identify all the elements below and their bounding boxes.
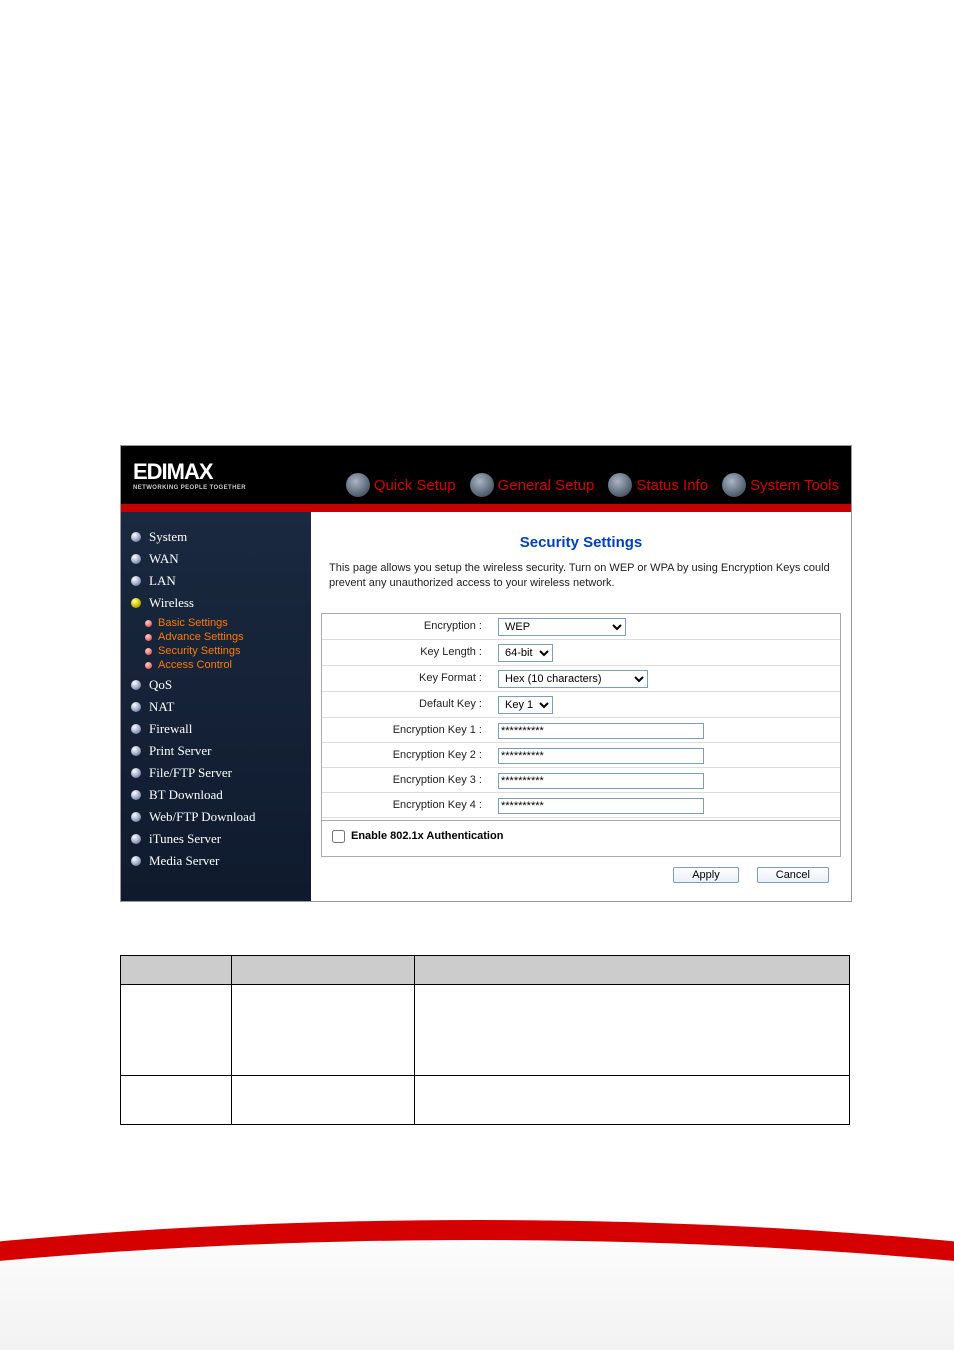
sub-security-settings[interactable]: Security Settings bbox=[145, 644, 311, 658]
sidebar-item-media-server[interactable]: Media Server bbox=[131, 850, 311, 872]
sub-bullet-icon bbox=[145, 662, 152, 669]
brand-logo-block: EDIMAX NETWORKING PEOPLE TOGETHER bbox=[133, 459, 246, 491]
settings-form: Encryption : WEP Key Length : 64-bit Key… bbox=[321, 613, 841, 857]
table-cell bbox=[415, 1076, 850, 1125]
sub-basic-settings[interactable]: Basic Settings bbox=[145, 616, 311, 630]
router-admin-window: EDIMAX NETWORKING PEOPLE TOGETHER Quick … bbox=[120, 445, 852, 902]
sub-advance-settings[interactable]: Advance Settings bbox=[145, 630, 311, 644]
label-default-key: Default Key : bbox=[322, 698, 492, 710]
select-default-key[interactable]: Key 1 bbox=[498, 696, 553, 714]
bullet-icon bbox=[131, 576, 141, 586]
wireless-submenu: Basic Settings Advance Settings Security… bbox=[145, 614, 311, 674]
bullet-icon bbox=[131, 680, 141, 690]
button-row: Apply Cancel bbox=[321, 867, 841, 887]
top-nav-tabs: Quick Setup General Setup Status Info Sy… bbox=[340, 471, 845, 499]
sidebar-item-firewall[interactable]: Firewall bbox=[131, 718, 311, 740]
sidebar-item-system[interactable]: System bbox=[131, 526, 311, 548]
input-enc-key-2[interactable] bbox=[498, 748, 704, 764]
sidebar-item-print-server[interactable]: Print Server bbox=[131, 740, 311, 762]
tab-quick-setup[interactable]: Quick Setup bbox=[340, 471, 462, 499]
main-panel: Security Settings This page allows you s… bbox=[311, 512, 851, 901]
bullet-icon bbox=[131, 746, 141, 756]
enable-8021x-row: Enable 802.1x Authentication bbox=[322, 820, 840, 848]
input-enc-key-3[interactable] bbox=[498, 773, 704, 789]
sidebar-item-web-ftp-download[interactable]: Web/FTP Download bbox=[131, 806, 311, 828]
brand-tagline: NETWORKING PEOPLE TOGETHER bbox=[133, 485, 246, 491]
apply-button[interactable]: Apply bbox=[673, 867, 739, 883]
sub-bullet-icon bbox=[145, 648, 152, 655]
bullet-icon bbox=[131, 812, 141, 822]
sidebar-item-bt-download[interactable]: BT Download bbox=[131, 784, 311, 806]
bullet-icon bbox=[131, 532, 141, 542]
label-key-format: Key Format : bbox=[322, 672, 492, 684]
table-header bbox=[121, 956, 232, 985]
table-header bbox=[415, 956, 850, 985]
sidebar-item-qos[interactable]: QoS bbox=[131, 674, 311, 696]
sub-bullet-icon bbox=[145, 620, 152, 627]
tab-general-setup[interactable]: General Setup bbox=[464, 471, 601, 499]
sidebar-item-file-ftp[interactable]: File/FTP Server bbox=[131, 762, 311, 784]
globe-icon bbox=[722, 473, 746, 497]
header-bar: EDIMAX NETWORKING PEOPLE TOGETHER Quick … bbox=[121, 446, 851, 504]
bullet-icon bbox=[131, 834, 141, 844]
label-encryption: Encryption : bbox=[322, 620, 492, 632]
sidebar-item-wireless[interactable]: Wireless bbox=[131, 592, 311, 614]
globe-icon bbox=[346, 473, 370, 497]
globe-icon bbox=[470, 473, 494, 497]
sidebar-item-nat[interactable]: NAT bbox=[131, 696, 311, 718]
checkbox-enable-8021x[interactable] bbox=[332, 830, 345, 843]
brand-name: EDIMAX bbox=[133, 459, 213, 485]
page-description: This page allows you setup the wireless … bbox=[329, 561, 833, 591]
label-enc-key-3: Encryption Key 3 : bbox=[322, 774, 492, 786]
bullet-icon bbox=[131, 598, 141, 608]
globe-icon bbox=[608, 473, 632, 497]
input-enc-key-4[interactable] bbox=[498, 798, 704, 814]
doc-reference-table bbox=[120, 955, 850, 1125]
bullet-icon bbox=[131, 768, 141, 778]
table-cell bbox=[121, 1076, 232, 1125]
select-encryption[interactable]: WEP bbox=[498, 618, 626, 636]
label-enc-key-4: Encryption Key 4 : bbox=[322, 799, 492, 811]
bullet-icon bbox=[131, 790, 141, 800]
label-enable-8021x: Enable 802.1x Authentication bbox=[351, 830, 503, 842]
bullet-icon bbox=[131, 554, 141, 564]
bullet-icon bbox=[131, 856, 141, 866]
table-cell bbox=[121, 985, 232, 1076]
select-key-length[interactable]: 64-bit bbox=[498, 644, 553, 662]
table-cell bbox=[232, 1076, 415, 1125]
label-enc-key-2: Encryption Key 2 : bbox=[322, 749, 492, 761]
table-cell bbox=[415, 985, 850, 1076]
sidebar-item-wan[interactable]: WAN bbox=[131, 548, 311, 570]
label-enc-key-1: Encryption Key 1 : bbox=[322, 724, 492, 736]
sidebar: System WAN LAN Wireless Basic Settings A… bbox=[121, 512, 311, 901]
table-cell bbox=[232, 985, 415, 1076]
bullet-icon bbox=[131, 724, 141, 734]
tab-system-tools[interactable]: System Tools bbox=[716, 471, 845, 499]
sidebar-item-itunes-server[interactable]: iTunes Server bbox=[131, 828, 311, 850]
table-header bbox=[232, 956, 415, 985]
bullet-icon bbox=[131, 702, 141, 712]
sub-access-control[interactable]: Access Control bbox=[145, 658, 311, 672]
select-key-format[interactable]: Hex (10 characters) bbox=[498, 670, 648, 688]
tab-status-info[interactable]: Status Info bbox=[602, 471, 714, 499]
page-title: Security Settings bbox=[321, 534, 841, 551]
red-divider bbox=[121, 504, 851, 512]
cancel-button[interactable]: Cancel bbox=[757, 867, 829, 883]
label-key-length: Key Length : bbox=[322, 646, 492, 658]
sidebar-item-lan[interactable]: LAN bbox=[131, 570, 311, 592]
input-enc-key-1[interactable] bbox=[498, 723, 704, 739]
page-footer-wave bbox=[0, 1190, 954, 1350]
sub-bullet-icon bbox=[145, 634, 152, 641]
